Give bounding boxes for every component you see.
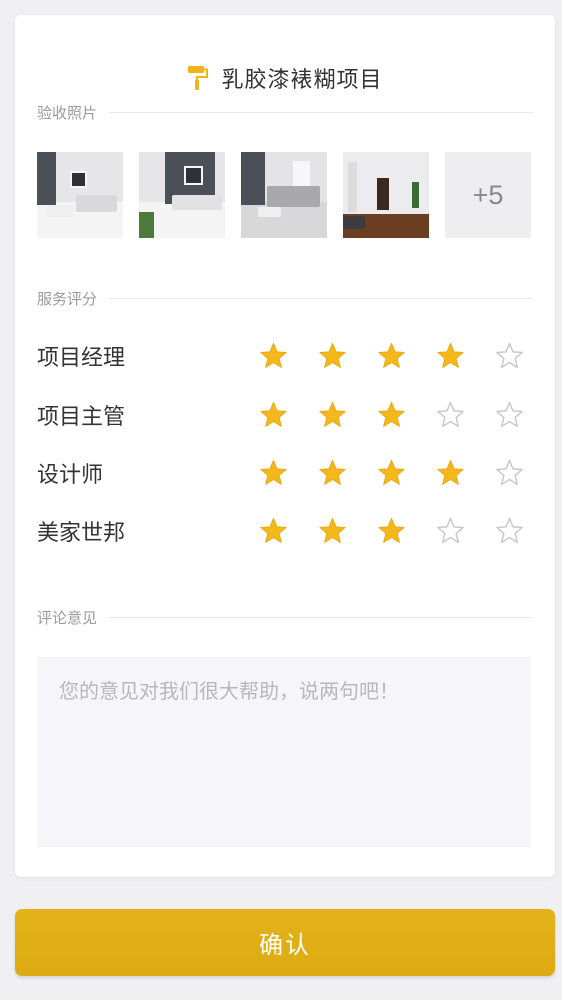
rating-row-company: 美家世邦 bbox=[37, 511, 533, 551]
star-filled-icon[interactable] bbox=[317, 400, 348, 431]
rating-name: 美家世邦 bbox=[37, 521, 126, 546]
divider bbox=[109, 616, 533, 618]
star-filled-icon[interactable] bbox=[317, 458, 348, 489]
photo-thumbnail[interactable] bbox=[139, 152, 225, 238]
star-rating[interactable] bbox=[258, 341, 533, 372]
star-empty-icon[interactable] bbox=[494, 400, 525, 431]
star-filled-icon[interactable] bbox=[435, 341, 466, 372]
star-filled-icon[interactable] bbox=[376, 341, 407, 372]
rating-card: 乳胶漆裱糊项目 验收照片 +5 服务评分 项目经理 项目主管 设计师 美家世邦 … bbox=[15, 15, 555, 877]
acceptance-photos: +5 bbox=[37, 152, 531, 238]
star-rating[interactable] bbox=[258, 458, 533, 489]
star-rating[interactable] bbox=[258, 516, 533, 547]
star-filled-icon[interactable] bbox=[317, 341, 348, 372]
photos-section-label: 验收照片 bbox=[37, 102, 533, 122]
rating-row-project-manager: 项目经理 bbox=[37, 336, 533, 376]
rating-row-project-supervisor: 项目主管 bbox=[37, 395, 533, 435]
star-filled-icon[interactable] bbox=[376, 400, 407, 431]
project-header: 乳胶漆裱糊项目 bbox=[15, 61, 555, 95]
star-empty-icon[interactable] bbox=[435, 516, 466, 547]
confirm-button[interactable]: 确认 bbox=[15, 909, 555, 976]
star-empty-icon[interactable] bbox=[494, 341, 525, 372]
more-photos-count: +5 bbox=[472, 179, 504, 210]
divider bbox=[109, 111, 533, 113]
star-empty-icon[interactable] bbox=[494, 458, 525, 489]
rating-name: 设计师 bbox=[37, 463, 104, 488]
rating-label-text: 服务评分 bbox=[37, 289, 98, 308]
project-title: 乳胶漆裱糊项目 bbox=[221, 68, 383, 93]
comment-section-label: 评论意见 bbox=[37, 607, 533, 627]
comment-label-text: 评论意见 bbox=[37, 608, 98, 627]
photo-thumbnail[interactable] bbox=[343, 152, 429, 238]
star-empty-icon[interactable] bbox=[435, 400, 466, 431]
star-filled-icon[interactable] bbox=[258, 516, 289, 547]
rating-name: 项目主管 bbox=[37, 405, 126, 430]
more-photos-button[interactable]: +5 bbox=[445, 152, 531, 238]
star-empty-icon[interactable] bbox=[494, 516, 525, 547]
star-filled-icon[interactable] bbox=[376, 458, 407, 489]
divider bbox=[109, 297, 533, 299]
rating-row-designer: 设计师 bbox=[37, 453, 533, 493]
photos-label-text: 验收照片 bbox=[37, 103, 98, 122]
photo-thumbnail[interactable] bbox=[241, 152, 327, 238]
paint-roller-icon bbox=[188, 66, 209, 90]
star-filled-icon[interactable] bbox=[376, 516, 407, 547]
star-filled-icon[interactable] bbox=[317, 516, 348, 547]
star-filled-icon[interactable] bbox=[435, 458, 466, 489]
star-rating[interactable] bbox=[258, 400, 533, 431]
star-filled-icon[interactable] bbox=[258, 400, 289, 431]
star-filled-icon[interactable] bbox=[258, 458, 289, 489]
star-filled-icon[interactable] bbox=[258, 341, 289, 372]
rating-name: 项目经理 bbox=[37, 346, 126, 371]
photo-thumbnail[interactable] bbox=[37, 152, 123, 238]
comment-input[interactable] bbox=[37, 657, 531, 847]
rating-section-label: 服务评分 bbox=[37, 288, 533, 308]
